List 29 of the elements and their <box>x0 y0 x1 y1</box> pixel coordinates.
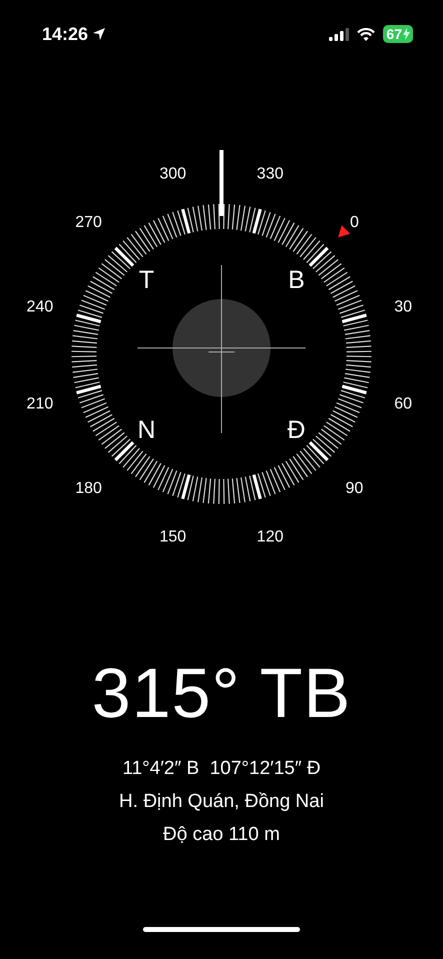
heading-reading: 315° TB <box>92 654 352 732</box>
elevation-text: Độ cao 110 m <box>163 824 280 845</box>
degree-label: 330 <box>256 165 284 182</box>
degree-label: 270 <box>75 214 102 232</box>
degree-label: 120 <box>256 528 284 546</box>
heading-marker <box>220 150 224 216</box>
degree-label: 300 <box>160 165 186 182</box>
location-text: H. Định Quán, Đồng Nai <box>119 791 324 812</box>
north-marker <box>338 225 350 238</box>
latitude-text: 11°4′2″ B <box>122 758 200 779</box>
degree-label: 180 <box>75 480 102 497</box>
battery-indicator: 67 <box>383 25 413 43</box>
cardinal-label: B <box>288 266 305 294</box>
degree-label: 150 <box>160 528 186 546</box>
degree-label: 240 <box>26 298 54 316</box>
degree-label: 30 <box>394 298 412 316</box>
location-arrow-icon <box>92 27 106 41</box>
signal-icon <box>329 28 350 40</box>
degree-label: 90 <box>346 480 364 497</box>
cardinal-label: T <box>138 266 154 294</box>
longitude-text: 107°12′15″ Đ <box>210 758 321 779</box>
degree-label: 60 <box>394 396 412 413</box>
status-time: 14:26 <box>42 22 88 46</box>
cardinal-label: Đ <box>287 416 306 444</box>
degree-label: 210 <box>26 396 54 413</box>
wifi-icon <box>357 28 376 40</box>
cardinal-label: N <box>138 416 156 444</box>
degree-label: 0 <box>350 214 359 232</box>
charging-bolt-icon <box>403 28 410 40</box>
